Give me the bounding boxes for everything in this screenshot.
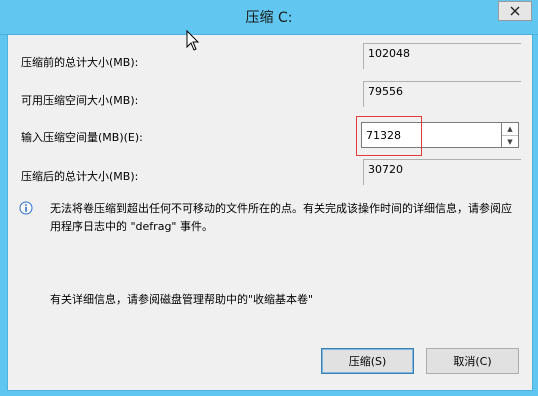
title-bar[interactable]: 压缩 C:: [0, 0, 538, 35]
spin-up-icon[interactable]: ▲: [502, 123, 518, 136]
available-value: 79556: [363, 81, 521, 107]
total-before-value: 102048: [363, 43, 521, 69]
close-icon: [510, 6, 520, 16]
info-icon: [19, 201, 33, 215]
shrink-amount-spinner[interactable]: ▲ ▼: [502, 122, 519, 148]
total-after-label: 压缩后的总计大小(MB):: [21, 170, 139, 183]
spin-down-icon[interactable]: ▼: [502, 136, 518, 148]
cancel-button[interactable]: 取消(C): [426, 348, 519, 374]
total-after-value: 30720: [363, 159, 521, 185]
shrink-amount-field[interactable]: [361, 122, 502, 148]
help-text: 有关详细信息，请参阅磁盘管理帮助中的"收缩基本卷": [50, 293, 314, 306]
window-title: 压缩 C:: [245, 10, 293, 26]
shrink-amount-input[interactable]: [362, 123, 501, 147]
dialog-body: 压缩前的总计大小(MB): 102048 可用压缩空间大小(MB): 79556…: [7, 34, 533, 391]
mouse-cursor-icon: [186, 30, 200, 51]
close-button[interactable]: [498, 1, 532, 21]
available-label: 可用压缩空间大小(MB):: [21, 94, 139, 107]
shrink-button[interactable]: 压缩(S): [321, 348, 414, 374]
shrink-amount-label: 输入压缩空间量(MB)(E):: [21, 131, 143, 144]
info-message: 无法将卷压缩到超出任何不可移动的文件所在的点。有关完成该操作时间的详细信息，请参…: [50, 202, 512, 233]
total-before-label: 压缩前的总计大小(MB):: [21, 56, 139, 69]
